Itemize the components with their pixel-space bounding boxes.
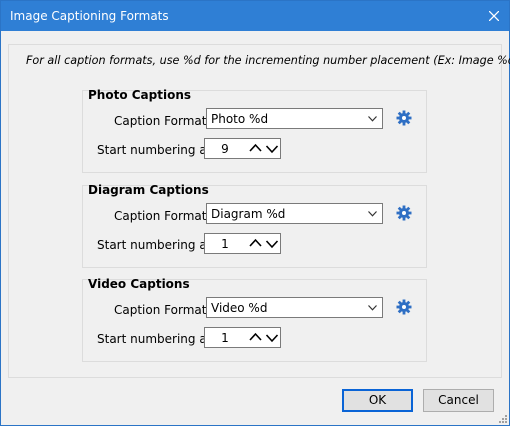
chevron-down-icon xyxy=(368,305,377,311)
group-title: Diagram Captions xyxy=(88,183,209,197)
ok-button[interactable]: OK xyxy=(342,389,413,412)
start-numbering-label: Start numbering at: xyxy=(97,238,216,252)
caption-format-label: Caption Format: xyxy=(114,114,211,128)
chevron-up-icon[interactable] xyxy=(247,235,264,252)
video-caption-format-select[interactable]: Video %d xyxy=(206,297,383,318)
cancel-button[interactable]: Cancel xyxy=(423,389,494,412)
group-title: Video Captions xyxy=(88,277,190,291)
chevron-up-icon[interactable] xyxy=(247,329,264,346)
stepper-value: 9 xyxy=(221,142,229,156)
photo-caption-format-select[interactable]: Photo %d xyxy=(206,108,383,129)
close-icon xyxy=(489,11,499,21)
photo-start-number-stepper[interactable]: 9 xyxy=(204,138,281,159)
chevron-down-icon[interactable] xyxy=(264,329,280,346)
caption-format-label: Caption Format: xyxy=(114,209,211,223)
stepper-value: 1 xyxy=(221,237,229,251)
photo-captions-group: Photo Captions Caption Format: Photo %d … xyxy=(82,88,427,173)
stepper-value: 1 xyxy=(221,331,229,345)
title-bar[interactable]: Image Captioning Formats xyxy=(1,1,509,31)
diagram-captions-group: Diagram Captions Caption Format: Diagram… xyxy=(82,183,427,268)
gear-icon[interactable] xyxy=(396,110,412,126)
start-numbering-label: Start numbering at: xyxy=(97,332,216,346)
dialog-window: Image Captioning Formats For all caption… xyxy=(0,0,510,426)
instructions-text: For all caption formats, use %d for the … xyxy=(26,54,510,67)
gear-icon[interactable] xyxy=(396,205,412,221)
dialog-content: For all caption formats, use %d for the … xyxy=(1,31,510,425)
select-value: Photo %d xyxy=(211,112,269,126)
video-captions-group: Video Captions Caption Format: Video %d … xyxy=(82,277,427,362)
chevron-down-icon xyxy=(368,116,377,122)
resize-grip-icon[interactable] xyxy=(497,413,507,423)
close-button[interactable] xyxy=(479,1,509,31)
diagram-start-number-stepper[interactable]: 1 xyxy=(204,233,281,254)
window-title: Image Captioning Formats xyxy=(10,9,169,23)
select-value: Video %d xyxy=(211,301,268,315)
start-numbering-label: Start numbering at: xyxy=(97,143,216,157)
chevron-up-icon[interactable] xyxy=(247,140,264,157)
chevron-down-icon xyxy=(368,211,377,217)
gear-icon[interactable] xyxy=(396,299,412,315)
main-panel: For all caption formats, use %d for the … xyxy=(8,44,510,378)
chevron-down-icon[interactable] xyxy=(264,140,280,157)
group-title: Photo Captions xyxy=(88,88,192,102)
select-value: Diagram %d xyxy=(211,207,286,221)
diagram-caption-format-select[interactable]: Diagram %d xyxy=(206,203,383,224)
caption-format-label: Caption Format: xyxy=(114,303,211,317)
chevron-down-icon[interactable] xyxy=(264,235,280,252)
video-start-number-stepper[interactable]: 1 xyxy=(204,327,281,348)
